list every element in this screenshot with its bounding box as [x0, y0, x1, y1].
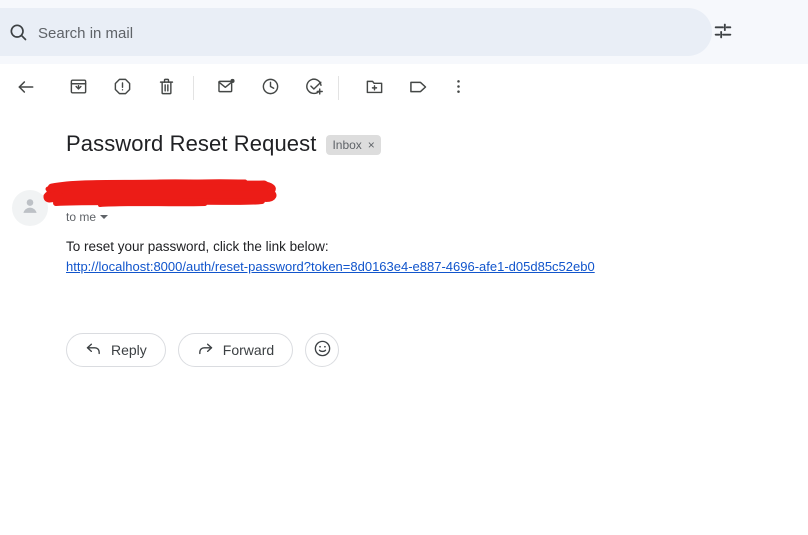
- emoji-smiley-icon: [313, 339, 332, 361]
- archive-button[interactable]: [60, 70, 96, 106]
- toolbar-separator: [338, 76, 339, 100]
- add-task-icon: [305, 77, 324, 99]
- clock-icon: [261, 77, 280, 99]
- label-chip-inbox[interactable]: Inbox ×: [326, 135, 381, 155]
- reply-arrow-icon: [85, 340, 102, 360]
- label-remove-icon[interactable]: ×: [368, 137, 375, 153]
- subject-row: Password Reset Request Inbox ×: [66, 130, 381, 158]
- archive-icon: [69, 77, 88, 99]
- emoji-reaction-button[interactable]: [305, 333, 340, 367]
- show-search-options-button[interactable]: [700, 9, 746, 55]
- message-actions: Reply Forward: [66, 333, 340, 367]
- delete-button[interactable]: [148, 70, 184, 106]
- mark-unread-icon: [217, 77, 236, 99]
- labels-button[interactable]: [400, 70, 436, 106]
- person-icon: [19, 195, 41, 222]
- move-to-folder-icon: [365, 77, 384, 99]
- sender-name: [66, 186, 108, 204]
- sender-block: to me: [66, 186, 109, 224]
- label-chip-text: Inbox: [332, 138, 362, 152]
- search-icon: [8, 22, 28, 42]
- snooze-button[interactable]: [252, 70, 288, 106]
- recipient-label: to me: [66, 210, 97, 224]
- message-toolbar: [0, 70, 808, 108]
- report-spam-button[interactable]: [104, 70, 140, 106]
- move-to-button[interactable]: [356, 70, 392, 106]
- forward-button[interactable]: Forward: [177, 333, 294, 367]
- mark-unread-button[interactable]: [208, 70, 244, 106]
- add-to-tasks-button[interactable]: [296, 70, 332, 106]
- message-body-text: To reset your password, click the link b…: [66, 239, 329, 254]
- forward-arrow-icon: [197, 340, 214, 360]
- search-bar[interactable]: [0, 8, 712, 58]
- reply-button[interactable]: Reply: [66, 333, 166, 367]
- chevron-down-icon: [100, 215, 109, 219]
- page-title: Password Reset Request: [66, 131, 317, 156]
- arrow-left-icon: [16, 77, 36, 100]
- more-vertical-icon: [449, 77, 468, 99]
- reset-password-link[interactable]: http://localhost:8000/auth/reset-passwor…: [66, 258, 595, 276]
- recipient-dropdown[interactable]: to me: [66, 210, 109, 224]
- reply-label: Reply: [111, 342, 147, 358]
- avatar[interactable]: [12, 190, 48, 226]
- forward-label: Forward: [222, 342, 275, 358]
- app-header: [0, 0, 808, 64]
- back-button[interactable]: [8, 70, 44, 106]
- tune-icon: [712, 20, 734, 45]
- toolbar-separator: [193, 76, 194, 100]
- report-spam-icon: [113, 77, 132, 99]
- more-button[interactable]: [440, 70, 476, 106]
- trash-icon: [157, 77, 176, 99]
- label-tag-icon: [408, 77, 428, 100]
- search-input[interactable]: [36, 8, 620, 58]
